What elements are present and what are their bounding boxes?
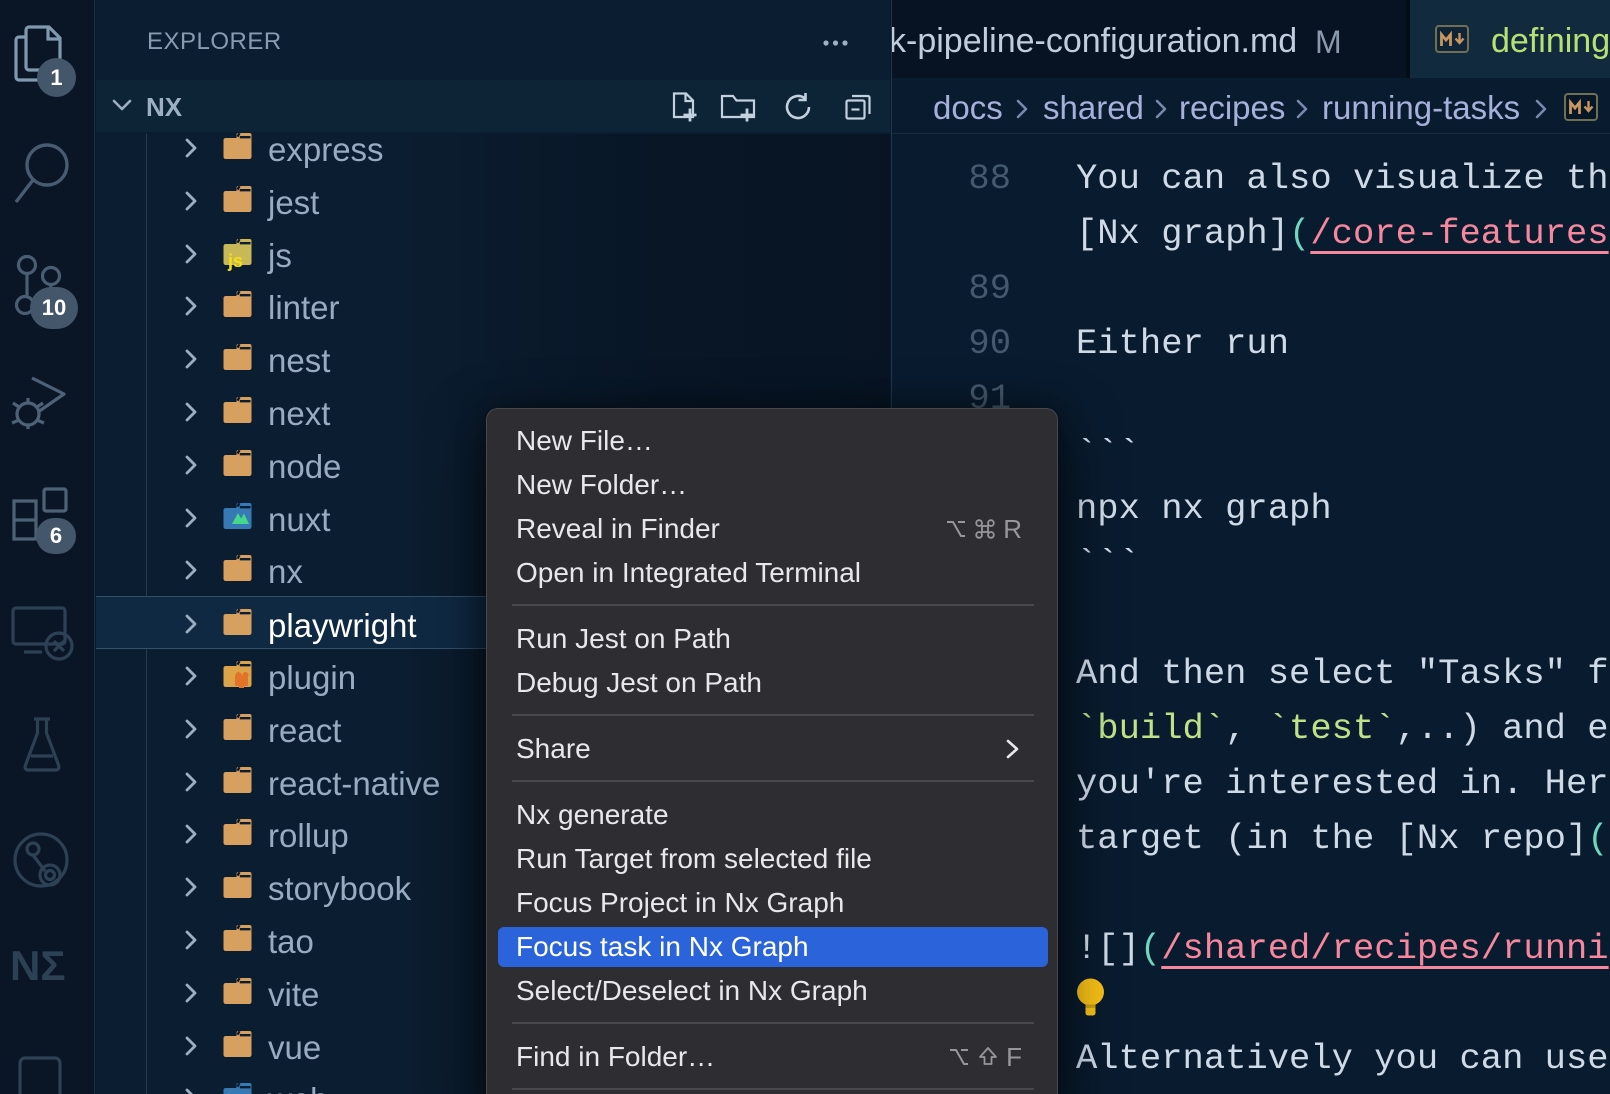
svg-text:js: js (227, 251, 243, 271)
